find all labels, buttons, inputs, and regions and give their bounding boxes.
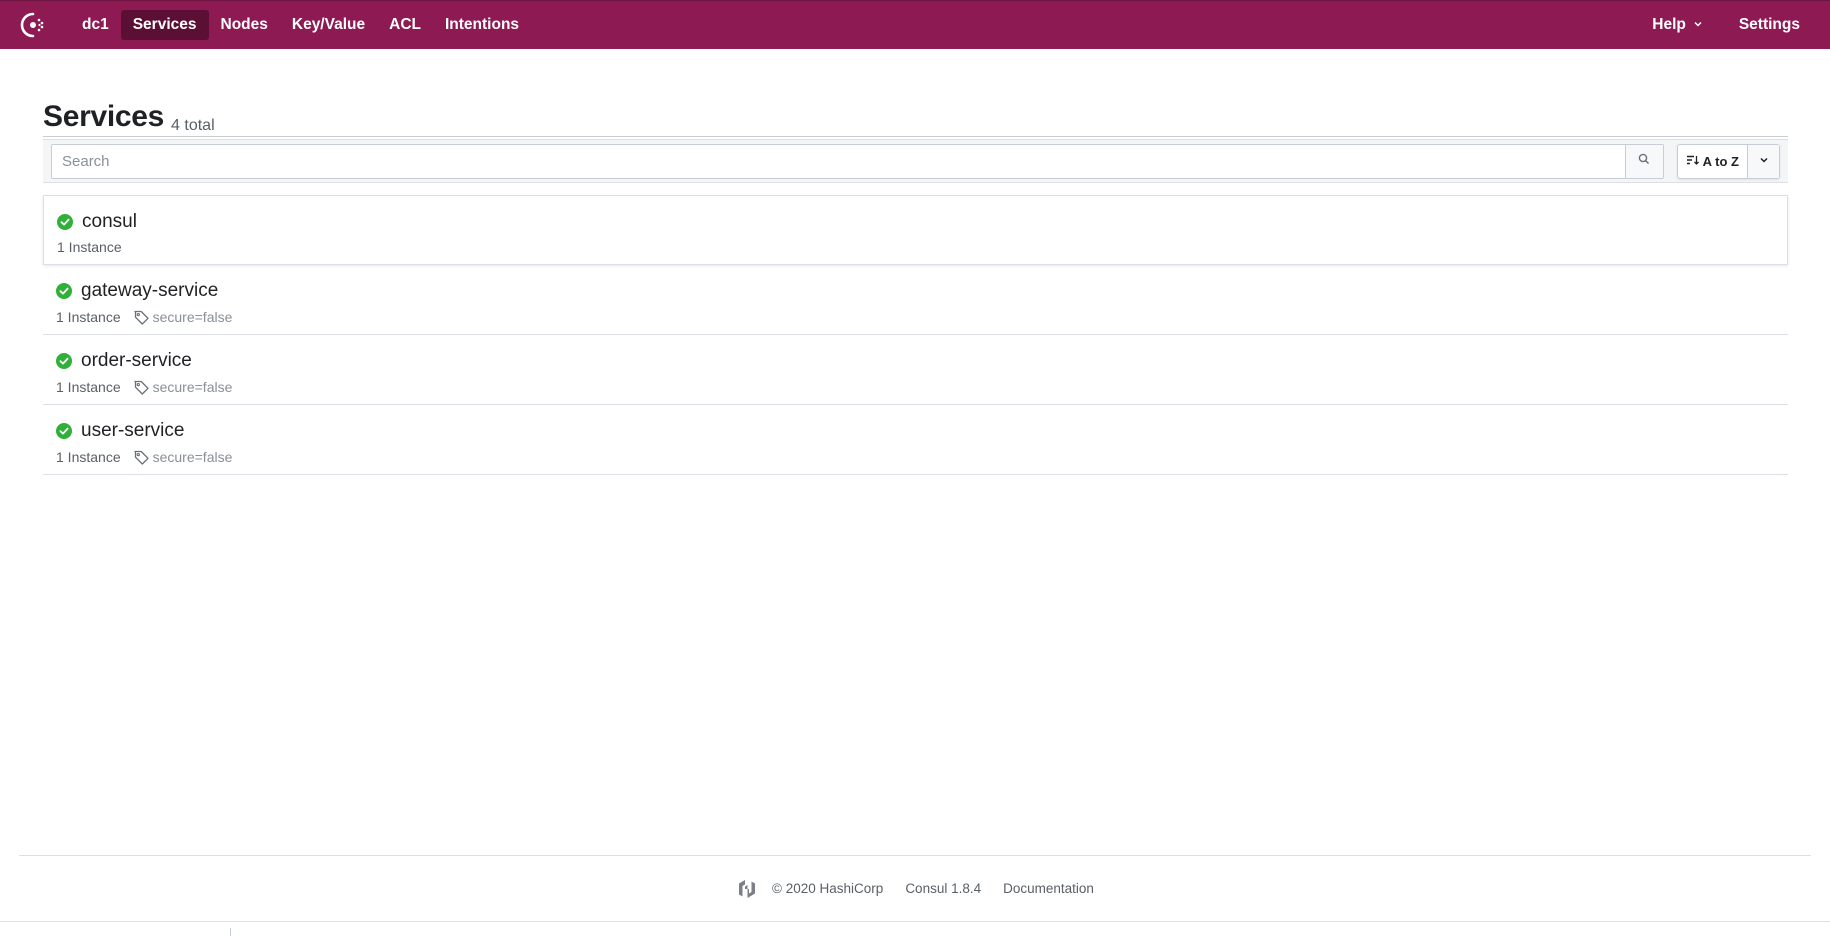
service-name[interactable]: consul xyxy=(82,211,137,233)
check-circle-icon xyxy=(57,214,73,230)
check-circle-icon xyxy=(56,423,72,439)
service-meta: 1 Instance secure=false xyxy=(56,378,1775,396)
consul-logo-icon[interactable] xyxy=(18,10,48,40)
service-tags: secure=false xyxy=(133,448,233,466)
service-tags: secure=false xyxy=(133,308,233,326)
sort-control: A to Z xyxy=(1676,143,1780,179)
service-tag: secure=false xyxy=(152,379,233,395)
nav-acl[interactable]: ACL xyxy=(377,10,433,40)
footer-copyright: © 2020 HashiCorp xyxy=(772,881,884,896)
nav-nodes[interactable]: Nodes xyxy=(209,10,280,40)
tag-icon xyxy=(133,448,151,466)
service-meta: 1 Instance secure=false xyxy=(56,308,1775,326)
hashicorp-logo-icon[interactable] xyxy=(736,878,758,900)
divider xyxy=(230,928,231,936)
service-count: 4 total xyxy=(171,117,215,134)
service-tags: secure=false xyxy=(133,378,233,396)
service-row-head: gateway-service xyxy=(56,279,1775,303)
check-circle-icon xyxy=(56,353,72,369)
service-row-head: order-service xyxy=(56,349,1775,373)
instance-count: 1 Instance xyxy=(56,379,121,395)
top-navigation: dc1 Services Nodes Key/Value ACL Intenti… xyxy=(0,0,1830,49)
filter-bar: A to Z xyxy=(43,139,1788,183)
sort-icon xyxy=(1686,154,1699,169)
service-row-consul[interactable]: consul 1 Instance xyxy=(43,195,1788,265)
sort-button[interactable]: A to Z xyxy=(1678,145,1747,178)
service-meta: 1 Instance xyxy=(57,239,1774,255)
footer-documentation-link[interactable]: Documentation xyxy=(1003,881,1094,896)
search-box xyxy=(51,143,1664,179)
service-name[interactable]: order-service xyxy=(81,350,192,372)
service-row-head: consul xyxy=(57,210,1774,234)
page-title: Services xyxy=(43,100,165,133)
service-meta: 1 Instance secure=false xyxy=(56,448,1775,466)
tag-icon xyxy=(133,378,151,396)
service-row-head: user-service xyxy=(56,419,1775,443)
service-row-gateway-service[interactable]: gateway-service 1 Instance secure=false xyxy=(43,265,1788,335)
nav-key-value[interactable]: Key/Value xyxy=(280,10,377,40)
search-button[interactable] xyxy=(1624,144,1663,178)
footer: © 2020 HashiCorp Consul 1.8.4 Documentat… xyxy=(19,855,1811,921)
sort-label: A to Z xyxy=(1702,153,1739,169)
chevron-down-icon xyxy=(1759,152,1769,170)
nav-right-group: Help Settings xyxy=(1628,1,1812,49)
service-row-order-service[interactable]: order-service 1 Instance secure=false xyxy=(43,335,1788,405)
settings-link[interactable]: Settings xyxy=(1727,10,1812,40)
search-input[interactable] xyxy=(52,144,1625,178)
instance-count: 1 Instance xyxy=(57,239,122,255)
service-tag: secure=false xyxy=(152,309,233,325)
sort-dropdown-toggle[interactable] xyxy=(1747,144,1779,178)
service-name[interactable]: user-service xyxy=(81,420,184,442)
instance-count: 1 Instance xyxy=(56,309,121,325)
search-icon xyxy=(1638,152,1650,170)
nav-intentions[interactable]: Intentions xyxy=(433,10,531,40)
datacenter-selector[interactable]: dc1 xyxy=(70,10,121,40)
service-list: consul 1 Instance gateway-service 1 Inst… xyxy=(43,195,1788,475)
bottom-strip xyxy=(0,921,1830,936)
service-tag: secure=false xyxy=(152,449,233,465)
tag-icon xyxy=(133,308,151,326)
nav-services[interactable]: Services xyxy=(120,10,209,40)
instance-count: 1 Instance xyxy=(56,449,121,465)
check-circle-icon xyxy=(56,283,72,299)
help-label: Help xyxy=(1652,16,1686,33)
chevron-down-icon xyxy=(1693,16,1703,34)
page-header: Services 4 total xyxy=(43,49,1788,137)
service-row-user-service[interactable]: user-service 1 Instance secure=false xyxy=(43,405,1788,475)
footer-version: Consul 1.8.4 xyxy=(905,881,982,896)
service-name[interactable]: gateway-service xyxy=(81,280,218,302)
main-content: Services 4 total A to Z xyxy=(43,49,1788,491)
help-menu[interactable]: Help xyxy=(1640,10,1715,40)
